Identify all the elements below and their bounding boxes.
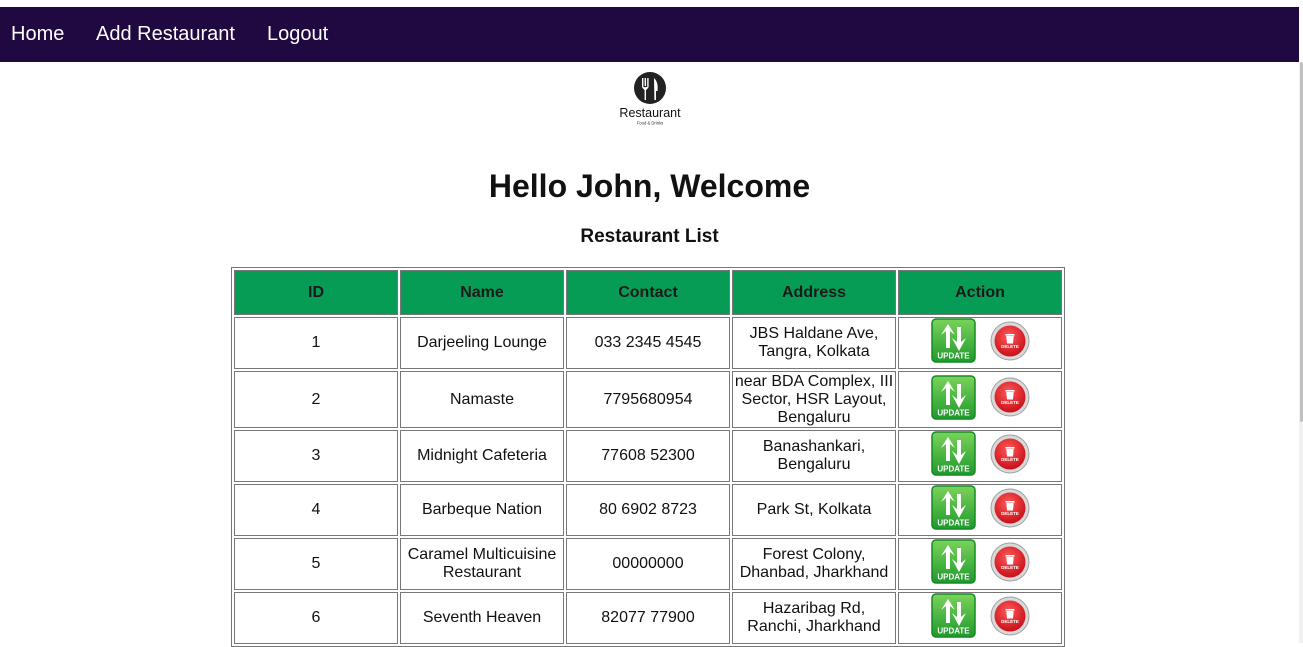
cell-address: JBS Haldane Ave, Tangra, Kolkata	[732, 317, 896, 369]
delete-button[interactable]: DELETE	[990, 434, 1030, 474]
table-row: 4 Barbeque Nation 80 6902 8723 Park St, Kol…	[234, 484, 1062, 536]
delete-button[interactable]: DELETE	[990, 321, 1030, 361]
delete-button[interactable]: DELETE	[990, 488, 1030, 528]
cell-id: 6	[234, 592, 398, 644]
header-address: Address	[732, 270, 896, 315]
restaurant-table: ID Name Contact Address Action 1 Darjeeli…	[231, 267, 1065, 647]
cell-id: 2	[234, 371, 398, 428]
logo-subtitle: Food & Drinks	[637, 121, 664, 126]
cell-action: UPDATE DELETE	[898, 430, 1062, 482]
cell-contact: 80 6902 8723	[566, 484, 730, 536]
update-label: UPDATE	[937, 465, 970, 474]
action-buttons: UPDATE DELETE	[930, 539, 1030, 584]
nav-home-link[interactable]: Home	[11, 7, 64, 62]
header-name: Name	[400, 270, 564, 315]
cell-name: Seventh Heaven	[400, 592, 564, 644]
nav-add-restaurant-link[interactable]: Add Restaurant	[96, 7, 235, 62]
cell-name: Midnight Cafeteria	[400, 430, 564, 482]
table-row: 3 Midnight Cafeteria 77608 52300 Banashanka…	[234, 430, 1062, 482]
cell-name: Namaste	[400, 371, 564, 428]
cell-action: UPDATE DELETE	[898, 317, 1062, 369]
action-buttons: UPDATE DELETE	[930, 431, 1030, 476]
action-buttons: UPDATE DELETE	[930, 593, 1030, 638]
delete-label: DELETE	[1001, 400, 1019, 405]
cell-contact: 77608 52300	[566, 430, 730, 482]
cell-contact: 7795680954	[566, 371, 730, 428]
cell-name: Darjeeling Lounge	[400, 317, 564, 369]
delete-button[interactable]: DELETE	[990, 596, 1030, 636]
table-body: 1 Darjeeling Lounge 033 2345 4545 JBS Halda…	[234, 317, 1062, 644]
table-row: 5 Caramel Multicuisine Restaurant 00000000…	[234, 538, 1062, 590]
update-label: UPDATE	[937, 627, 970, 636]
restaurant-list-title: Restaurant List	[580, 226, 719, 247]
navbar: Home Add Restaurant Logout	[0, 7, 1299, 62]
update-button[interactable]: UPDATE	[930, 374, 976, 420]
action-buttons: UPDATE DELETE	[930, 485, 1030, 530]
action-buttons: UPDATE DELETE	[930, 318, 1030, 363]
welcome-heading: Hello John, Welcome	[488, 168, 811, 204]
delete-button[interactable]: DELETE	[990, 377, 1030, 417]
header-action: Action	[898, 270, 1062, 315]
cell-action: UPDATE DELETE	[898, 371, 1062, 428]
cell-id: 4	[234, 484, 398, 536]
cell-name: Barbeque Nation	[400, 484, 564, 536]
cell-contact: 00000000	[566, 538, 730, 590]
update-button[interactable]: UPDATE	[930, 485, 976, 530]
logo-title: Restaurant	[619, 106, 681, 120]
cell-contact: 033 2345 4545	[566, 317, 730, 369]
cell-address: Banashankari, Bengaluru	[732, 430, 896, 482]
update-label: UPDATE	[937, 352, 970, 361]
update-button[interactable]: UPDATE	[930, 593, 976, 638]
delete-button[interactable]: DELETE	[990, 542, 1030, 582]
cell-id: 1	[234, 317, 398, 369]
cell-action: UPDATE DELETE	[898, 592, 1062, 644]
delete-label: DELETE	[1001, 457, 1019, 462]
nav-logout-link[interactable]: Logout	[267, 7, 328, 62]
cell-id: 5	[234, 538, 398, 590]
update-button[interactable]: UPDATE	[930, 539, 976, 584]
cell-address: near BDA Complex, III Sector, HSR Layout…	[732, 371, 896, 428]
update-button[interactable]: UPDATE	[930, 318, 976, 363]
delete-label: DELETE	[1001, 565, 1019, 570]
cell-address: Hazaribag Rd, Ranchi, Jharkhand	[732, 592, 896, 644]
cell-id: 3	[234, 430, 398, 482]
cell-action: UPDATE DELETE	[898, 538, 1062, 590]
header-id: ID	[234, 270, 398, 315]
update-label: UPDATE	[937, 519, 970, 528]
cell-contact: 82077 77900	[566, 592, 730, 644]
update-label: UPDATE	[937, 408, 970, 417]
top-strip	[0, 0, 1303, 7]
delete-label: DELETE	[1001, 511, 1019, 516]
table-header-row: ID Name Contact Address Action	[234, 270, 1062, 315]
restaurant-logo: Restaurant Food & Drinks	[619, 72, 681, 126]
fork-knife-icon	[634, 72, 666, 104]
action-buttons: UPDATE DELETE	[930, 374, 1030, 420]
table-row: 6 Seventh Heaven 82077 77900 Hazaribag Rd, …	[234, 592, 1062, 644]
update-button[interactable]: UPDATE	[930, 431, 976, 476]
cell-action: UPDATE DELETE	[898, 484, 1062, 536]
table-row: 1 Darjeeling Lounge 033 2345 4545 JBS Halda…	[234, 317, 1062, 369]
update-label: UPDATE	[937, 573, 970, 582]
delete-label: DELETE	[1001, 619, 1019, 624]
cell-address: Park St, Kolkata	[732, 484, 896, 536]
cell-name: Caramel Multicuisine Restaurant	[400, 538, 564, 590]
table-row: 2 Namaste 7795680954 near BDA Complex, III …	[234, 371, 1062, 428]
cell-address: Forest Colony, Dhanbad, Jharkhand	[732, 538, 896, 590]
delete-label: DELETE	[1001, 344, 1019, 349]
header-contact: Contact	[566, 270, 730, 315]
